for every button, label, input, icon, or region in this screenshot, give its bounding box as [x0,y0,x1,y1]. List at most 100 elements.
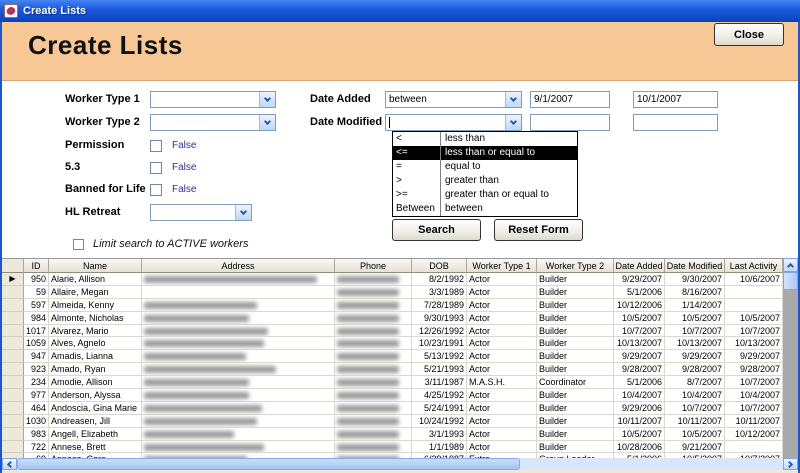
search-button[interactable]: Search [392,219,481,241]
table-row[interactable]: 597 Almeida, Kenny 7/28/1989 Actor Builder 10… [2,298,783,312]
date-modified-label: Date Modified [310,116,383,128]
row-selector[interactable] [2,363,24,377]
cell-last-activity: 10/5/2007 [725,311,783,325]
banned-for-life-checkbox[interactable] [150,184,162,196]
reset-form-button[interactable]: Reset Form [494,219,583,241]
table-row[interactable]: 984 Almonte, Nicholas 9/30/1993 Actor Builde… [2,311,783,325]
cell-worker-type-2: Builder [537,414,614,428]
row-selector[interactable] [2,376,24,390]
cell-phone-redacted [335,376,412,390]
cell-date-added: 10/7/2007 [614,324,665,338]
five-three-checkbox[interactable] [150,162,162,174]
horizontal-scroll-thumb[interactable] [17,458,520,470]
scroll-left-button[interactable] [2,458,17,470]
cell-id: 234 [24,376,49,390]
cell-last-activity: 9/29/2007 [725,350,783,364]
row-selector[interactable]: ▶ [2,273,24,286]
table-row[interactable]: 923 Amado, Ryan 5/21/1993 Actor Builder 9/28/… [2,363,783,377]
limit-active-checkbox[interactable] [73,239,84,250]
dropdown-arrow-icon[interactable] [505,92,521,107]
row-selector[interactable] [2,440,24,454]
operator-option[interactable]: = equal to [393,160,577,174]
date-added-from-input[interactable] [530,91,610,108]
cell-worker-type-2: Builder [537,298,614,312]
row-selector[interactable] [2,285,24,299]
cell-last-activity: 9/28/2007 [725,363,783,377]
cell-name: Almeida, Kenny [49,298,142,312]
vertical-scroll-thumb[interactable] [783,272,798,290]
table-row[interactable]: 1030 Andreasen, Jill 10/24/1992 Actor Builde… [2,414,783,428]
selector-header-cell [2,259,24,273]
worker-type-2-combobox[interactable] [150,114,276,131]
cell-worker-type-1: Actor [467,350,537,364]
cell-worker-type-2: Builder [537,311,614,325]
row-selector[interactable] [2,401,24,415]
row-selector[interactable] [2,324,24,338]
date-modified-operator-combobox[interactable] [385,114,522,131]
dropdown-arrow-icon[interactable] [259,92,275,107]
date-added-to-input[interactable] [633,91,718,108]
cell-id: 1030 [24,414,49,428]
operator-option[interactable]: < less than [393,132,577,146]
row-selector[interactable] [2,337,24,351]
cell-dob: 8/2/1992 [412,273,467,286]
column-header-last-activity[interactable]: Last Activity [725,259,783,273]
column-header-phone[interactable]: Phone [335,259,412,273]
date-modified-to-input[interactable] [633,114,718,131]
row-selector[interactable] [2,298,24,312]
cell-name: Andreasen, Jill [49,414,142,428]
close-button[interactable]: Close [714,23,784,46]
cell-name: Angell, Elizabeth [49,427,142,441]
vertical-scrollbar[interactable] [783,258,798,458]
column-header-worker-type-1[interactable]: Worker Type 1 [467,259,537,273]
cell-worker-type-1: M.A.S.H. [467,376,537,390]
column-header-name[interactable]: Name [49,259,142,273]
column-header-id[interactable]: ID [24,259,49,273]
table-row[interactable]: 722 Annese, Brett 1/1/1989 Actor Builder 10/2… [2,440,783,454]
row-selector[interactable] [2,427,24,441]
banned-for-life-label: Banned for Life [65,183,146,195]
table-row[interactable]: 234 Amodie, Allison 3/11/1987 M.A.S.H. Coord… [2,376,783,390]
table-row[interactable]: 983 Angell, Elizabeth 3/1/1993 Actor Builder… [2,427,783,441]
column-header-address[interactable]: Address [142,259,335,273]
row-selector[interactable] [2,389,24,402]
horizontal-scrollbar[interactable] [2,458,798,470]
date-modified-from-input[interactable] [530,114,610,131]
column-header-dob[interactable]: DOB [412,259,467,273]
column-header-worker-type-2[interactable]: Worker Type 2 [537,259,614,273]
row-selector[interactable] [2,414,24,428]
table-row[interactable]: 1017 Alvarez, Mario 12/26/1992 Actor Builder… [2,324,783,338]
row-selector[interactable] [2,350,24,364]
table-row[interactable]: 1059 Alves, Agnelo 10/23/1991 Actor Builder 1… [2,337,783,351]
scroll-right-button[interactable] [783,458,798,470]
dropdown-arrow-icon[interactable] [235,205,251,220]
permission-checkbox[interactable] [150,140,162,152]
worker-type-1-combobox[interactable] [150,91,276,108]
table-row[interactable]: ▶ 950 Alarie, Allison 8/2/1992 Actor Builder 9… [2,273,783,286]
cell-worker-type-1: Actor [467,324,537,338]
table-row[interactable]: 464 Andoscia, Gina Marie 5/24/1991 Actor Bui… [2,401,783,415]
cell-worker-type-1: Actor [467,337,537,351]
operator-option[interactable]: > greater than [393,174,577,188]
column-header-date-added[interactable]: Date Added [614,259,665,273]
operator-option[interactable]: <= less than or equal to [393,146,577,160]
cell-worker-type-1: Actor [467,285,537,299]
date-added-operator-combobox[interactable]: between [385,91,522,108]
cell-worker-type-2: Builder [537,363,614,377]
table-row[interactable]: 977 Anderson, Alyssa 4/25/1992 Actor Builder… [2,389,783,402]
cell-id: 464 [24,401,49,415]
column-header-date-modified[interactable]: Date Modified [665,259,725,273]
dropdown-arrow-icon[interactable] [259,115,275,130]
table-row[interactable]: 59 Allaire, Megan 3/3/1989 Actor Builder 5/1/… [2,285,783,299]
table-row[interactable]: 947 Amadis, Lianna 5/13/1992 Actor Builder 9/… [2,350,783,364]
operator-option[interactable]: >= greater than or equal to [393,188,577,202]
scroll-up-button[interactable] [783,258,798,272]
operator-symbol: >= [393,188,441,202]
row-selector[interactable] [2,311,24,325]
operator-option[interactable]: Between between [393,202,577,216]
dropdown-arrow-icon[interactable] [505,115,521,130]
cell-date-modified: 9/28/2007 [665,363,725,377]
hl-retreat-combobox[interactable] [150,204,252,221]
cell-last-activity: 10/6/2007 [725,273,783,286]
cell-worker-type-1: Actor [467,311,537,325]
